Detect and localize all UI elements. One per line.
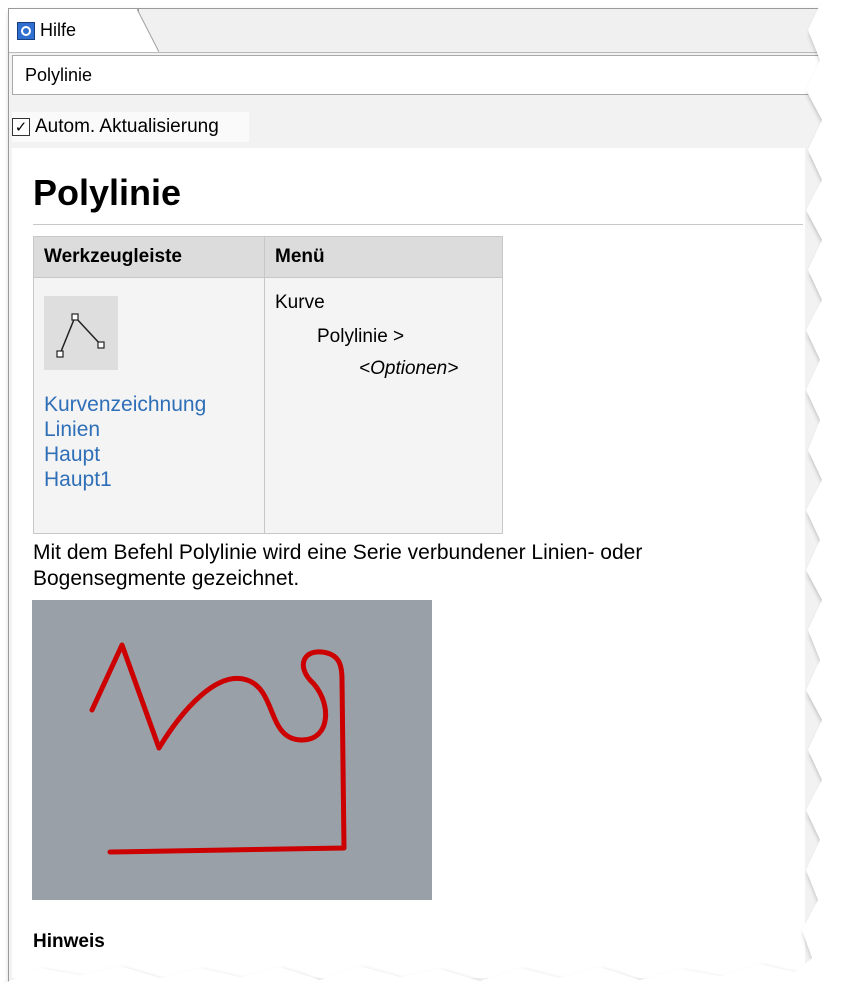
- command-description: Mit dem Befehl Polylinie wird eine Serie…: [33, 541, 643, 590]
- polyline-icon: [56, 313, 105, 358]
- help-content: Polylinie Werkzeugleiste Menü Kurvenzeic…: [12, 148, 805, 978]
- link-linien[interactable]: Linien: [44, 417, 254, 442]
- tab-bar: Hilfe: [9, 9, 829, 53]
- autoupdate-label: Autom. Aktualisierung: [35, 116, 219, 137]
- link-kurvenzeichnung[interactable]: Kurvenzeichnung: [44, 392, 254, 417]
- section-heading-hinweis: Hinweis: [33, 931, 105, 952]
- search-input[interactable]: [12, 55, 832, 95]
- link-haupt1[interactable]: Haupt1: [44, 467, 254, 492]
- command-table: Werkzeugleiste Menü Kurvenzeichnung Lini…: [33, 236, 503, 534]
- col-header-toolbar: Werkzeugleiste: [33, 236, 265, 278]
- title-divider: [33, 224, 803, 225]
- polyline-tool-icon[interactable]: [44, 296, 118, 370]
- polyline-illustration: [32, 600, 432, 900]
- link-haupt[interactable]: Haupt: [44, 442, 254, 467]
- menu-path-optionen: <Optionen>: [359, 358, 459, 379]
- menu-path-kurve: Kurve: [275, 292, 325, 313]
- tab-hilfe[interactable]: Hilfe: [9, 9, 139, 52]
- page-title: Polylinie: [33, 172, 182, 213]
- autoupdate-checkbox[interactable]: ✓: [12, 118, 30, 136]
- tab-edge: [137, 9, 159, 52]
- col-header-menu: Menü: [264, 236, 503, 278]
- toolbar-links: Kurvenzeichnung Linien Haupt Haupt1: [44, 392, 254, 492]
- autoupdate-toggle[interactable]: ✓ Autom. Aktualisierung: [12, 112, 249, 142]
- toolbar-cell: Kurvenzeichnung Linien Haupt Haupt1: [33, 277, 265, 534]
- polyline-curve-image: [89, 642, 347, 855]
- menu-cell: Kurve Polylinie > <Optionen>: [264, 277, 503, 534]
- menu-path-polylinie: Polylinie >: [317, 326, 405, 347]
- tab-label: Hilfe: [40, 20, 77, 40]
- help-app-icon: [17, 21, 35, 40]
